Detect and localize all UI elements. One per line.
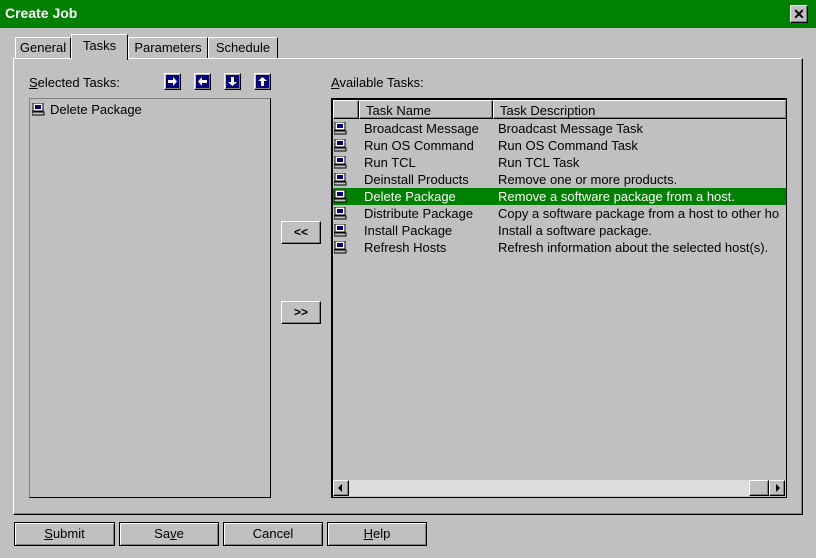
remove-task-label: >> [293, 305, 308, 319]
table-row[interactable]: Deinstall Products Remove one or more pro… [333, 171, 786, 188]
move-down-button[interactable] [224, 73, 241, 90]
scroll-right-button[interactable] [769, 480, 785, 496]
tab-parameters-label: Parameters [134, 40, 202, 55]
task-description-cell: Run OS Command Task [498, 138, 638, 153]
computer-icon [32, 103, 45, 116]
table-row[interactable]: Broadcast Message Broadcast Message Task [333, 120, 786, 137]
selected-tasks-list[interactable]: Delete Package [29, 98, 271, 498]
table-row[interactable]: Run TCL Run TCL Task [333, 154, 786, 171]
task-description-cell: Install a software package. [498, 223, 652, 238]
task-description-cell: Remove one or more products. [498, 172, 678, 187]
task-description-cell: Remove a software package from a host. [498, 189, 736, 204]
computer-icon [334, 224, 347, 237]
arrow-left-icon [196, 75, 209, 88]
icon-column-header[interactable] [333, 100, 359, 119]
remove-task-button[interactable]: >> [281, 301, 321, 324]
tab-general-label: General [19, 40, 67, 55]
computer-icon [334, 122, 347, 135]
title-bar: Create Job ✕ [0, 0, 816, 28]
arrow-down-icon [226, 75, 239, 88]
task-description-cell: Run TCL Task [498, 155, 580, 170]
submit-button[interactable]: Submit [14, 522, 115, 546]
task-name-cell: Broadcast Message [364, 121, 479, 136]
task-description-cell: Copy a software package from a host to o… [498, 206, 780, 221]
computer-icon [334, 190, 347, 203]
available-tasks-table[interactable]: Task Name Task Description Broadcast Mes… [331, 98, 787, 498]
table-row[interactable]: Distribute Package Copy a software packag… [333, 205, 786, 222]
tab-schedule-label: Schedule [215, 40, 271, 55]
task-name-cell: Distribute Package [364, 206, 474, 221]
task-name-cell: Refresh Hosts [364, 240, 447, 255]
computer-icon [334, 139, 347, 152]
task-description-cell: Refresh information about the selected h… [498, 240, 769, 255]
cancel-button[interactable]: Cancel [223, 522, 323, 546]
tab-parameters[interactable]: Parameters [128, 37, 208, 58]
scroll-right-icon [776, 484, 780, 492]
move-right-button[interactable] [164, 73, 181, 90]
table-row[interactable]: Install Package Install a software packag… [333, 222, 786, 239]
move-up-button[interactable] [254, 73, 271, 90]
task-description-column-header[interactable]: Task Description [493, 100, 786, 119]
arrow-up-icon [256, 75, 269, 88]
add-task-label: << [293, 225, 308, 239]
task-description-cell: Broadcast Message Task [498, 121, 643, 136]
task-name-cell: Deinstall Products [364, 172, 469, 187]
tab-tasks[interactable]: Tasks [71, 34, 128, 60]
computer-icon [334, 207, 347, 220]
computer-icon [334, 156, 347, 169]
horizontal-scrollbar[interactable] [333, 480, 785, 496]
table-row[interactable]: Refresh Hosts Refresh information about t… [333, 239, 786, 256]
close-icon: ✕ [793, 6, 805, 22]
task-name-column-header[interactable]: Task Name [359, 100, 493, 119]
save-button[interactable]: Save [119, 522, 219, 546]
task-name-cell: Run TCL [364, 155, 416, 170]
selected-task-name: Delete Package [50, 102, 142, 117]
window-title: Create Job [5, 5, 78, 21]
tab-tasks-label: Tasks [82, 38, 117, 53]
help-button[interactable]: Help [327, 522, 427, 546]
add-task-button[interactable]: << [281, 221, 321, 244]
task-name-cell: Install Package [364, 223, 453, 238]
scroll-left-button[interactable] [333, 480, 349, 496]
task-name-cell: Delete Package [364, 189, 456, 204]
scroll-left-icon [338, 484, 342, 492]
tab-schedule[interactable]: Schedule [208, 37, 278, 58]
task-name-cell: Run OS Command [364, 138, 474, 153]
computer-icon [334, 241, 347, 254]
close-button[interactable]: ✕ [790, 5, 808, 23]
tab-general[interactable]: General [15, 37, 71, 58]
move-left-button[interactable] [194, 73, 211, 90]
arrow-right-icon [166, 75, 179, 88]
table-row[interactable]: Delete Package Remove a software package … [333, 188, 786, 205]
computer-icon [334, 173, 347, 186]
scroll-thumb[interactable] [749, 480, 769, 496]
table-row[interactable]: Run OS Command Run OS Command Task [333, 137, 786, 154]
